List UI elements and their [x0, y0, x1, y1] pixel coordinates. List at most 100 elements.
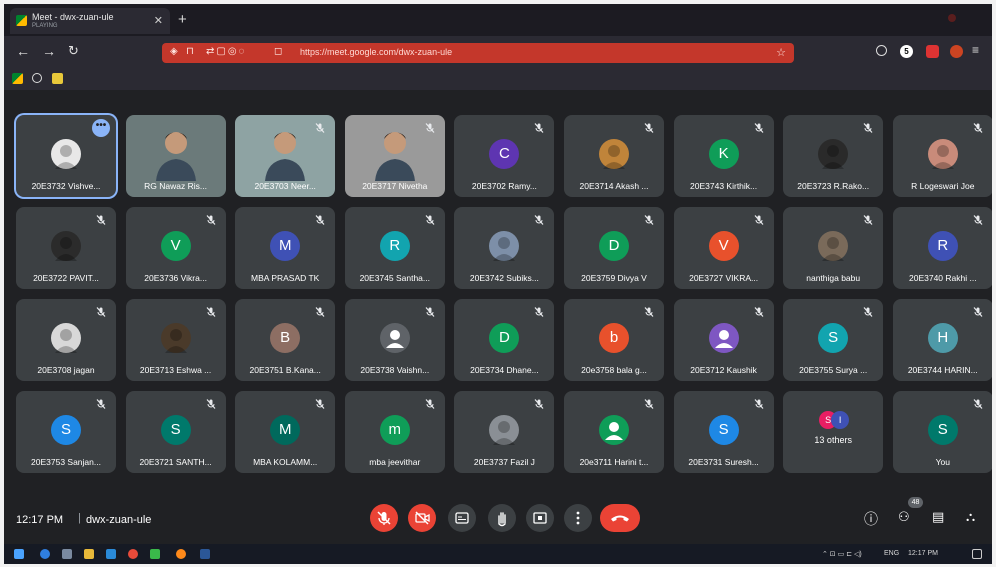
participant-tile[interactable]: 20E3742 Subiks...: [454, 207, 555, 289]
participant-name: 20E3721 SANTH...: [139, 457, 212, 467]
menu-icon[interactable]: ≡: [972, 43, 979, 57]
mic-muted-icon: [314, 121, 326, 133]
participant-tile[interactable]: 20E3737 Fazil J: [454, 391, 555, 473]
windows-start-icon[interactable]: [14, 549, 24, 559]
more-options-button[interactable]: [564, 504, 592, 532]
participant-tile[interactable]: S 20E3755 Surya ...: [783, 299, 884, 381]
browser-tab[interactable]: Meet - dwx-zuan-ule PLAYING ✕: [10, 8, 170, 34]
site-info-icon[interactable]: ◻: [274, 46, 282, 57]
participant-tile[interactable]: 20E3738 Vaishn...: [344, 299, 445, 381]
file-explorer-icon[interactable]: [84, 549, 94, 559]
participant-name: 20E3740 Rakhi ...: [909, 273, 977, 283]
chrome-icon[interactable]: [128, 549, 138, 559]
participant-tile[interactable]: S 20E3753 Sanjan...: [16, 391, 116, 473]
participant-avatar: V: [708, 231, 739, 261]
tile-options-icon[interactable]: •••: [92, 119, 110, 137]
participant-tile[interactable]: 20E3708 jagan: [16, 299, 116, 381]
chat-icon[interactable]: ▤: [932, 509, 944, 525]
meet-bookmark-icon[interactable]: [12, 73, 23, 84]
captions-button[interactable]: [448, 504, 476, 532]
participant-tile[interactable]: S 20E3721 SANTH...: [125, 391, 226, 473]
mic-muted-icon: [205, 213, 217, 225]
participant-tile[interactable]: D 20E3759 Divya V: [564, 207, 664, 289]
store-icon[interactable]: [106, 549, 116, 559]
participant-tile[interactable]: RG Nawaz Ris...: [125, 115, 226, 197]
participant-name: 20E3759 Divya V: [581, 273, 647, 283]
participant-tile[interactable]: R 20E3745 Santha...: [344, 207, 445, 289]
tray-icons[interactable]: ⌃ ⊡ ▭ ⊏ ◁): [822, 550, 862, 558]
globe-icon[interactable]: [32, 73, 42, 83]
participant-tile[interactable]: S You: [892, 391, 992, 473]
windows-taskbar: ⌃ ⊡ ▭ ⊏ ◁) ENG 12:17 PM: [4, 544, 992, 564]
participant-tile[interactable]: m mba jeevithar: [344, 391, 445, 473]
permissions-icon[interactable]: ⇄▢◎◌: [206, 46, 247, 57]
participant-tile[interactable]: b 20e3758 bala g...: [564, 299, 664, 381]
mic-muted-icon: [533, 397, 545, 409]
participant-tile[interactable]: S I 13 others: [783, 391, 884, 473]
activities-icon[interactable]: ⛬: [966, 509, 975, 525]
address-bar[interactable]: ◈ ⊓ ⇄▢◎◌ ◻ https://meet.google.com/dwx-z…: [162, 43, 794, 63]
present-button[interactable]: [526, 504, 554, 532]
mic-muted-icon: [533, 121, 545, 133]
word-icon[interactable]: [200, 549, 210, 559]
participant-avatar: V: [160, 231, 191, 261]
search-icon[interactable]: [40, 549, 50, 559]
participant-tile[interactable]: 20E3717 Nivetha: [344, 115, 445, 197]
meeting-details-icon[interactable]: ⓘ: [864, 509, 878, 529]
tab-close-icon[interactable]: ✕: [154, 14, 163, 27]
bookmark-folder-icon[interactable]: [52, 73, 63, 84]
participant-tile[interactable]: B 20E3751 B.Kana...: [235, 299, 336, 381]
firefox-icon[interactable]: [176, 549, 186, 559]
participant-tile[interactable]: 20E3722 PAVIT...: [16, 207, 116, 289]
taskbar-clock[interactable]: 12:17 PM: [908, 550, 938, 557]
participant-tile[interactable]: D 20E3734 Dhane...: [454, 299, 555, 381]
participant-tile[interactable]: 20E3712 Kaushik: [673, 299, 774, 381]
participant-tile[interactable]: C 20E3702 Ramy...: [454, 115, 555, 197]
participant-tile[interactable]: R Logeswari Joe: [892, 115, 992, 197]
mic-toggle-button[interactable]: [370, 504, 398, 532]
new-tab-icon[interactable]: +: [178, 12, 187, 27]
participant-name: 20E3745 Santha...: [359, 273, 430, 283]
task-view-icon[interactable]: [62, 549, 72, 559]
pocket-icon[interactable]: [876, 45, 887, 56]
participant-tile[interactable]: M MBA KOLAMM...: [235, 391, 336, 473]
app-icon[interactable]: [150, 549, 160, 559]
participant-tile[interactable]: V 20E3727 VIKRA...: [673, 207, 774, 289]
shield-icon: ◈: [170, 46, 178, 57]
profile-badge[interactable]: 5: [900, 45, 913, 58]
participant-tile[interactable]: V 20E3736 Vikra...: [125, 207, 226, 289]
language-indicator[interactable]: ENG: [884, 550, 899, 557]
participant-tile[interactable]: 20E3732 Vishve... •••: [16, 115, 116, 197]
forward-icon[interactable]: →: [42, 43, 56, 59]
participant-tile[interactable]: 20E3723 R.Rako...: [783, 115, 884, 197]
participant-tile[interactable]: 20e3711 Harini t...: [564, 391, 664, 473]
participant-tile[interactable]: 20E3703 Neer...: [235, 115, 336, 197]
back-icon[interactable]: ←: [16, 43, 30, 59]
participant-avatar: M: [270, 231, 301, 261]
participant-tile[interactable]: H 20E3744 HARIN...: [892, 299, 992, 381]
leave-call-button[interactable]: [600, 504, 640, 532]
participant-tile[interactable]: nanthiga babu: [783, 207, 884, 289]
participant-tile[interactable]: R 20E3740 Rakhi ...: [892, 207, 992, 289]
addon-icon[interactable]: [950, 45, 963, 58]
camera-toggle-button[interactable]: [408, 504, 436, 532]
participant-name: 20E3755 Surya ...: [799, 365, 868, 375]
participant-name: 20E3723 R.Rako...: [797, 181, 870, 191]
participant-tile[interactable]: K 20E3743 Kirthik...: [673, 115, 774, 197]
mic-muted-icon: [753, 121, 765, 133]
participant-tile[interactable]: S 20E3731 Suresh...: [673, 391, 774, 473]
people-icon[interactable]: ⚇: [898, 509, 910, 525]
extension-icon[interactable]: [926, 45, 939, 58]
others-count-label: 13 others: [814, 435, 852, 445]
participant-avatar: M: [270, 415, 301, 445]
bookmark-star-icon[interactable]: ☆: [776, 46, 786, 59]
participant-tile[interactable]: M MBA PRASAD TK: [235, 207, 336, 289]
participant-tile[interactable]: 20E3713 Eshwa ...: [125, 299, 226, 381]
participant-name: MBA KOLAMM...: [253, 457, 318, 467]
reload-icon[interactable]: ↻: [68, 43, 79, 59]
raise-hand-button[interactable]: [488, 504, 516, 532]
participant-tile[interactable]: 20E3714 Akash ...: [564, 115, 664, 197]
more-vert-icon: [576, 511, 580, 525]
notifications-icon[interactable]: [972, 549, 982, 559]
window-control-icon[interactable]: [948, 14, 956, 22]
